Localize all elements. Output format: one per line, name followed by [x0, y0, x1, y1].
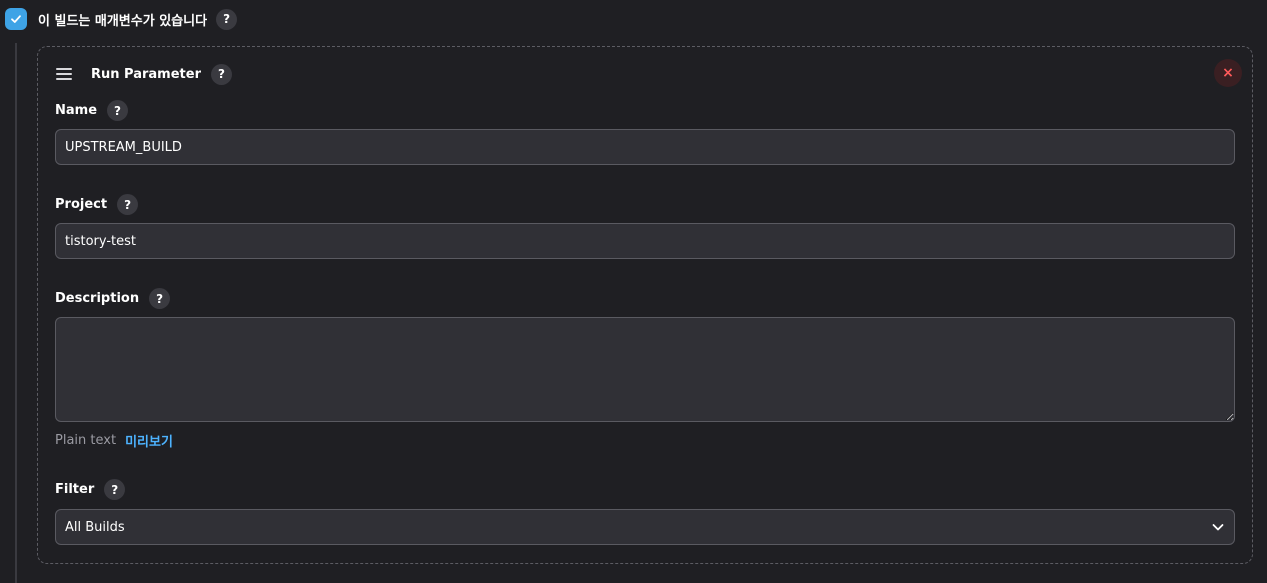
project-help-icon[interactable]: ?: [117, 194, 139, 215]
params-toggle-label: 이 빌드는 매개변수가 있습니다: [38, 13, 208, 29]
description-textarea[interactable]: [55, 317, 1235, 422]
card-header: Run Parameter ?: [56, 63, 232, 85]
run-parameter-card: Run Parameter ? × Name ? Project ? Descr…: [37, 46, 1253, 564]
filter-select[interactable]: All Builds: [55, 509, 1235, 545]
project-input[interactable]: [55, 223, 1235, 259]
filter-help-icon[interactable]: ?: [104, 479, 126, 500]
params-toggle-row: 이 빌드는 매개변수가 있습니다 ?: [5, 7, 238, 31]
drag-handle-icon[interactable]: [56, 67, 74, 81]
remove-parameter-button[interactable]: ×: [1214, 59, 1242, 87]
card-title: Run Parameter: [91, 66, 201, 82]
description-label: Description: [55, 291, 140, 306]
name-label: Name: [55, 103, 98, 118]
filter-label: Filter: [55, 482, 95, 497]
name-help-icon[interactable]: ?: [107, 100, 129, 121]
project-label: Project: [55, 197, 108, 212]
name-label-row: Name ?: [55, 100, 129, 121]
section-rail: [15, 43, 17, 583]
preview-link[interactable]: 미리보기: [125, 431, 173, 450]
format-label: Plain text: [55, 433, 117, 448]
name-input[interactable]: [55, 129, 1235, 165]
filter-label-row: Filter ?: [55, 479, 126, 500]
project-label-row: Project ?: [55, 194, 139, 215]
check-icon: [11, 15, 21, 23]
description-format-row: Plain text 미리보기: [55, 431, 173, 450]
filter-selected-value: All Builds: [65, 519, 125, 535]
chevron-down-icon: [1211, 520, 1225, 534]
close-icon: ×: [1222, 65, 1234, 81]
description-label-row: Description ?: [55, 288, 171, 309]
description-help-icon[interactable]: ?: [149, 288, 171, 309]
params-help-icon[interactable]: ?: [216, 8, 238, 30]
params-checkbox[interactable]: [5, 8, 27, 30]
card-help-icon[interactable]: ?: [211, 63, 232, 85]
